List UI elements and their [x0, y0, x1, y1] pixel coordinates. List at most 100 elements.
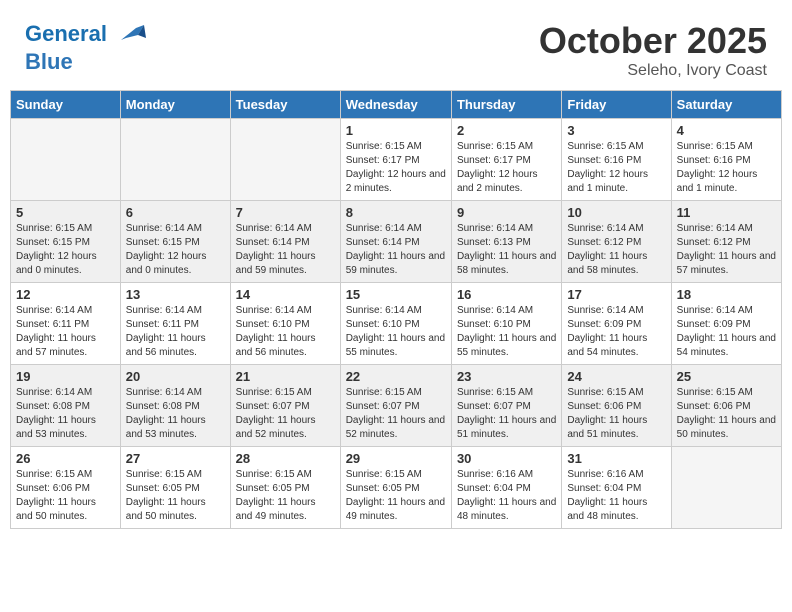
- day-number: 2: [457, 123, 556, 138]
- col-header-sunday: Sunday: [11, 91, 121, 119]
- calendar-week-5: 26 Sunrise: 6:15 AM Sunset: 6:06 PM Dayli…: [11, 447, 782, 529]
- day-number: 16: [457, 287, 556, 302]
- calendar-cell: 1Sunrise: 6:15 AM Sunset: 6:17 PM Daylig…: [340, 119, 451, 201]
- day-number: 23: [457, 369, 556, 384]
- day-info: Sunrise: 6:15 AM Sunset: 6:06 PM Dayligh…: [16, 468, 115, 524]
- day-info: Sunrise: 6:15 AM Sunset: 6:07 PM Dayligh…: [346, 386, 446, 442]
- day-number: 7: [236, 205, 335, 220]
- calendar-week-4: 19 Sunrise: 6:14 AM Sunset: 6:08 PM Dayli…: [11, 365, 782, 447]
- col-header-wednesday: Wednesday: [340, 91, 451, 119]
- day-info: Sunrise: 6:14 AM Sunset: 6:11 PM Dayligh…: [16, 304, 115, 360]
- day-number: 11: [677, 205, 776, 220]
- day-info: Sunrise: 6:15 AM Sunset: 6:05 PM Dayligh…: [346, 468, 446, 524]
- day-number: 24: [567, 369, 665, 384]
- title-block: October 2025 Seleho, Ivory Coast: [539, 20, 767, 80]
- calendar-cell: 22 Sunrise: 6:15 AM Sunset: 6:07 PM Dayli…: [340, 365, 451, 447]
- day-number: 22: [346, 369, 446, 384]
- location-subtitle: Seleho, Ivory Coast: [539, 62, 767, 80]
- logo-blue: Blue: [25, 49, 73, 74]
- col-header-tuesday: Tuesday: [230, 91, 340, 119]
- calendar-cell: [671, 447, 781, 529]
- calendar-cell: 12 Sunrise: 6:14 AM Sunset: 6:11 PM Dayli…: [11, 283, 121, 365]
- calendar-cell: 14 Sunrise: 6:14 AM Sunset: 6:10 PM Dayli…: [230, 283, 340, 365]
- day-number: 29: [346, 451, 446, 466]
- day-number: 4: [677, 123, 776, 138]
- day-info: Sunrise: 6:15 AM Sunset: 6:06 PM Dayligh…: [677, 386, 776, 442]
- day-number: 20: [126, 369, 225, 384]
- calendar-cell: 29 Sunrise: 6:15 AM Sunset: 6:05 PM Dayli…: [340, 447, 451, 529]
- day-info: Sunrise: 6:16 AM Sunset: 6:04 PM Dayligh…: [567, 468, 665, 524]
- col-header-monday: Monday: [120, 91, 230, 119]
- calendar-cell: 13 Sunrise: 6:14 AM Sunset: 6:11 PM Dayli…: [120, 283, 230, 365]
- day-info: Sunrise: 6:14 AM Sunset: 6:15 PM Dayligh…: [126, 222, 225, 278]
- calendar-cell: 6 Sunrise: 6:14 AM Sunset: 6:15 PM Daylig…: [120, 201, 230, 283]
- calendar-cell: 31 Sunrise: 6:16 AM Sunset: 6:04 PM Dayli…: [562, 447, 671, 529]
- day-info: Sunrise: 6:14 AM Sunset: 6:10 PM Dayligh…: [236, 304, 335, 360]
- day-number: 14: [236, 287, 335, 302]
- calendar-cell: [11, 119, 121, 201]
- calendar-cell: 17 Sunrise: 6:14 AM Sunset: 6:09 PM Dayli…: [562, 283, 671, 365]
- day-number: 21: [236, 369, 335, 384]
- calendar-cell: 7 Sunrise: 6:14 AM Sunset: 6:14 PM Daylig…: [230, 201, 340, 283]
- day-info: Sunrise: 6:15 AM Sunset: 6:15 PM Dayligh…: [16, 222, 115, 278]
- day-number: 19: [16, 369, 115, 384]
- day-info: Sunrise: 6:14 AM Sunset: 6:08 PM Dayligh…: [16, 386, 115, 442]
- day-info: Sunrise: 6:15 AM Sunset: 6:07 PM Dayligh…: [457, 386, 556, 442]
- day-number: 13: [126, 287, 225, 302]
- day-info: Sunrise: 6:15 AM Sunset: 6:17 PM Dayligh…: [346, 140, 446, 196]
- day-number: 10: [567, 205, 665, 220]
- calendar-cell: 18 Sunrise: 6:14 AM Sunset: 6:09 PM Dayli…: [671, 283, 781, 365]
- calendar-cell: 21Sunrise: 6:15 AM Sunset: 6:07 PM Dayli…: [230, 365, 340, 447]
- day-number: 26: [16, 451, 115, 466]
- calendar-cell: 27 Sunrise: 6:15 AM Sunset: 6:05 PM Dayli…: [120, 447, 230, 529]
- col-header-thursday: Thursday: [451, 91, 561, 119]
- day-number: 30: [457, 451, 556, 466]
- calendar-cell: 23 Sunrise: 6:15 AM Sunset: 6:07 PM Dayli…: [451, 365, 561, 447]
- day-info: Sunrise: 6:15 AM Sunset: 6:05 PM Dayligh…: [126, 468, 225, 524]
- day-number: 8: [346, 205, 446, 220]
- month-title: October 2025: [539, 20, 767, 62]
- day-info: Sunrise: 6:14 AM Sunset: 6:14 PM Dayligh…: [346, 222, 446, 278]
- calendar-week-3: 12 Sunrise: 6:14 AM Sunset: 6:11 PM Dayli…: [11, 283, 782, 365]
- calendar-cell: [230, 119, 340, 201]
- calendar-cell: [120, 119, 230, 201]
- calendar-week-2: 5 Sunrise: 6:15 AM Sunset: 6:15 PM Daylig…: [11, 201, 782, 283]
- day-info: Sunrise: 6:15 AM Sunset: 6:16 PM Dayligh…: [567, 140, 665, 196]
- calendar-cell: 19 Sunrise: 6:14 AM Sunset: 6:08 PM Dayli…: [11, 365, 121, 447]
- calendar-cell: 2Sunrise: 6:15 AM Sunset: 6:17 PM Daylig…: [451, 119, 561, 201]
- day-info: Sunrise: 6:15 AM Sunset: 6:16 PM Dayligh…: [677, 140, 776, 196]
- day-info: Sunrise: 6:14 AM Sunset: 6:13 PM Dayligh…: [457, 222, 556, 278]
- day-info: Sunrise: 6:14 AM Sunset: 6:11 PM Dayligh…: [126, 304, 225, 360]
- day-number: 6: [126, 205, 225, 220]
- calendar-cell: 8 Sunrise: 6:14 AM Sunset: 6:14 PM Daylig…: [340, 201, 451, 283]
- day-number: 17: [567, 287, 665, 302]
- col-header-saturday: Saturday: [671, 91, 781, 119]
- day-number: 5: [16, 205, 115, 220]
- calendar-cell: 10Sunrise: 6:14 AM Sunset: 6:12 PM Dayli…: [562, 201, 671, 283]
- day-info: Sunrise: 6:14 AM Sunset: 6:14 PM Dayligh…: [236, 222, 335, 278]
- calendar-week-1: 1Sunrise: 6:15 AM Sunset: 6:17 PM Daylig…: [11, 119, 782, 201]
- calendar-table: SundayMondayTuesdayWednesdayThursdayFrid…: [10, 90, 782, 529]
- day-info: Sunrise: 6:14 AM Sunset: 6:09 PM Dayligh…: [677, 304, 776, 360]
- calendar-cell: 11Sunrise: 6:14 AM Sunset: 6:12 PM Dayli…: [671, 201, 781, 283]
- day-number: 25: [677, 369, 776, 384]
- day-info: Sunrise: 6:15 AM Sunset: 6:06 PM Dayligh…: [567, 386, 665, 442]
- day-info: Sunrise: 6:14 AM Sunset: 6:09 PM Dayligh…: [567, 304, 665, 360]
- day-info: Sunrise: 6:15 AM Sunset: 6:05 PM Dayligh…: [236, 468, 335, 524]
- day-number: 12: [16, 287, 115, 302]
- col-header-friday: Friday: [562, 91, 671, 119]
- day-number: 18: [677, 287, 776, 302]
- day-number: 9: [457, 205, 556, 220]
- calendar-cell: 15Sunrise: 6:14 AM Sunset: 6:10 PM Dayli…: [340, 283, 451, 365]
- calendar-cell: 26 Sunrise: 6:15 AM Sunset: 6:06 PM Dayli…: [11, 447, 121, 529]
- logo: General Blue: [25, 20, 146, 74]
- calendar-cell: 24 Sunrise: 6:15 AM Sunset: 6:06 PM Dayli…: [562, 365, 671, 447]
- day-number: 27: [126, 451, 225, 466]
- day-number: 31: [567, 451, 665, 466]
- calendar-cell: 4 Sunrise: 6:15 AM Sunset: 6:16 PM Daylig…: [671, 119, 781, 201]
- logo-general: General: [25, 21, 107, 46]
- day-number: 28: [236, 451, 335, 466]
- day-info: Sunrise: 6:16 AM Sunset: 6:04 PM Dayligh…: [457, 468, 556, 524]
- logo-bird-icon: [116, 20, 146, 50]
- calendar-cell: 25 Sunrise: 6:15 AM Sunset: 6:06 PM Dayli…: [671, 365, 781, 447]
